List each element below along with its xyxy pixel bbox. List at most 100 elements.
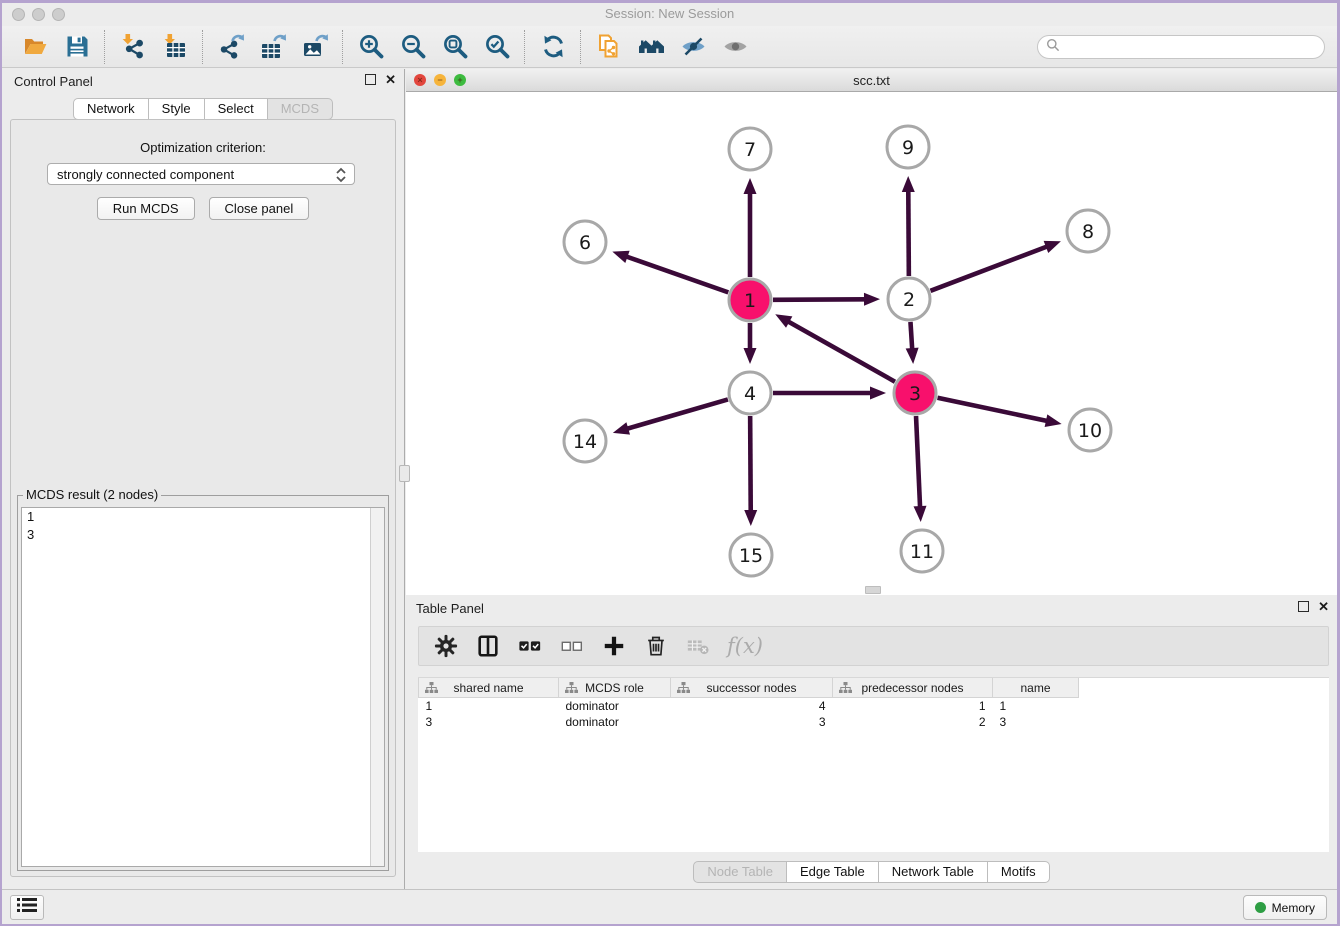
- export-network-icon[interactable]: [214, 30, 248, 64]
- task-history-button[interactable]: [10, 895, 44, 920]
- mcds-panel: Optimization criterion: strongly connect…: [10, 119, 396, 877]
- result-scrollbar[interactable]: [370, 508, 384, 866]
- search-input[interactable]: [1064, 39, 1324, 55]
- tab-edge-table[interactable]: Edge Table: [787, 861, 879, 883]
- network-splitter-handle[interactable]: [865, 586, 881, 594]
- arrowhead-2-8: [1044, 241, 1061, 253]
- edge-2-8: [931, 246, 1048, 291]
- svg-text:4: 4: [744, 383, 756, 405]
- app-title: Session: New Session: [2, 6, 1337, 21]
- deselect-all-icon[interactable]: [559, 633, 585, 659]
- edge-4-15: [750, 416, 751, 512]
- arrowhead-1-6: [612, 251, 629, 263]
- column-visibility-icon[interactable]: [475, 633, 501, 659]
- tab-motifs[interactable]: Motifs: [988, 861, 1050, 883]
- node-6[interactable]: 6: [564, 221, 606, 263]
- function-builder-icon: f(x): [727, 633, 763, 659]
- memory-button[interactable]: Memory: [1243, 895, 1327, 920]
- zoom-selected-icon[interactable]: [480, 30, 514, 64]
- zoom-fit-icon[interactable]: [438, 30, 472, 64]
- node-9[interactable]: 9: [887, 126, 929, 168]
- tab-mcds[interactable]: MCDS: [268, 98, 333, 120]
- save-session-icon[interactable]: [60, 30, 94, 64]
- show-graphics-details-icon[interactable]: [718, 30, 752, 64]
- select-all-icon[interactable]: [517, 633, 543, 659]
- mcds-result-title: MCDS result (2 nodes): [23, 487, 161, 502]
- app-titlebar: Session: New Session: [2, 3, 1337, 26]
- mcds-result-list[interactable]: 13: [21, 507, 385, 867]
- table-row[interactable]: 1dominator411: [419, 698, 1079, 715]
- arrowhead-1-2: [864, 293, 880, 306]
- svg-text:11: 11: [910, 541, 934, 563]
- delete-column-icon[interactable]: [643, 633, 669, 659]
- criterion-dropdown[interactable]: strongly connected component: [47, 163, 355, 185]
- table-row[interactable]: 3dominator323: [419, 714, 1079, 730]
- network-view-window: × − + scc.txt 7 9 6 8 1 2 4 3 14 10 15 11: [406, 69, 1337, 595]
- zoom-out-icon[interactable]: [396, 30, 430, 64]
- run-mcds-button[interactable]: Run MCDS: [97, 197, 195, 220]
- column-header-successor-nodes[interactable]: successor nodes: [671, 678, 833, 698]
- result-item[interactable]: 1: [22, 508, 384, 526]
- node-2[interactable]: 2: [888, 278, 930, 320]
- result-item[interactable]: 3: [22, 526, 384, 544]
- arrowhead-3-10: [1045, 414, 1062, 427]
- network-window-titlebar[interactable]: × − + scc.txt: [406, 69, 1337, 92]
- edge-3-11: [916, 416, 920, 508]
- node-8[interactable]: 8: [1067, 210, 1109, 252]
- open-session-icon[interactable]: [18, 30, 52, 64]
- arrowhead-3-11: [914, 506, 927, 522]
- svg-text:15: 15: [739, 545, 763, 567]
- import-table-icon[interactable]: [158, 30, 192, 64]
- status-bar: Memory: [2, 889, 1337, 924]
- zoom-in-icon[interactable]: [354, 30, 388, 64]
- export-image-icon[interactable]: [298, 30, 332, 64]
- arrowhead-1-7: [744, 178, 757, 194]
- panel-splitter-handle[interactable]: [399, 465, 410, 482]
- app-window: Session: New Session Control Panel ✕ Net…: [2, 3, 1337, 924]
- close-panel-button[interactable]: Close panel: [209, 197, 310, 220]
- column-header-shared-name[interactable]: shared name: [419, 678, 559, 698]
- export-table-icon[interactable]: [256, 30, 290, 64]
- birdseye-view-icon[interactable]: [634, 30, 668, 64]
- tab-style[interactable]: Style: [149, 98, 205, 120]
- table-settings-icon[interactable]: [433, 633, 459, 659]
- import-network-icon[interactable]: [116, 30, 150, 64]
- edge-3-10: [938, 398, 1048, 421]
- node-4[interactable]: 4: [729, 372, 771, 414]
- tab-select[interactable]: Select: [205, 98, 268, 120]
- column-header-predecessor-nodes[interactable]: predecessor nodes: [833, 678, 993, 698]
- control-panel-close-icon[interactable]: ✕: [385, 74, 396, 85]
- column-header-name[interactable]: name: [993, 678, 1079, 698]
- node-14[interactable]: 14: [564, 420, 606, 462]
- hide-graphics-details-icon[interactable]: [676, 30, 710, 64]
- svg-text:7: 7: [744, 139, 756, 161]
- table-panel-tabs: Node TableEdge TableNetwork TableMotifs: [406, 861, 1337, 883]
- svg-text:8: 8: [1082, 221, 1094, 243]
- node-10[interactable]: 10: [1069, 409, 1111, 451]
- arrowhead-2-3: [906, 348, 919, 364]
- refresh-icon[interactable]: [536, 30, 570, 64]
- svg-text:14: 14: [573, 431, 597, 453]
- tab-network[interactable]: Network: [73, 98, 149, 120]
- edge-1-6: [626, 256, 729, 292]
- control-panel-float-icon[interactable]: [365, 74, 376, 85]
- node-15[interactable]: 15: [730, 534, 772, 576]
- network-canvas[interactable]: 7 9 6 8 1 2 4 3 14 10 15 11: [406, 92, 1337, 595]
- tab-network-table[interactable]: Network Table: [879, 861, 988, 883]
- svg-text:3: 3: [909, 383, 921, 405]
- svg-text:2: 2: [903, 289, 915, 311]
- tab-node-table[interactable]: Node Table: [693, 861, 787, 883]
- table-panel-close-icon[interactable]: ✕: [1318, 601, 1329, 612]
- column-header-MCDS-role[interactable]: MCDS role: [559, 678, 671, 698]
- node-11[interactable]: 11: [901, 530, 943, 572]
- search-box: [1037, 35, 1325, 59]
- node-7[interactable]: 7: [729, 128, 771, 170]
- dropdown-stepper-icon: [333, 166, 349, 187]
- duplicate-network-icon[interactable]: [592, 30, 626, 64]
- node-3[interactable]: 3: [894, 372, 936, 414]
- node-1[interactable]: 1: [729, 279, 771, 321]
- add-column-icon[interactable]: [601, 633, 627, 659]
- control-panel: Control Panel ✕ NetworkStyleSelectMCDS O…: [2, 69, 405, 889]
- table-panel-float-icon[interactable]: [1298, 601, 1309, 612]
- table-panel-title: Table Panel: [416, 601, 484, 616]
